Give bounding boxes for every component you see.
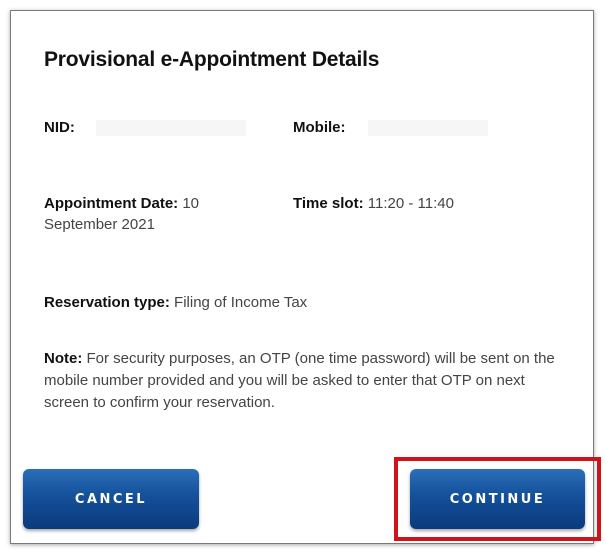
note-text: For security purposes, an OTP (one time …: [44, 350, 555, 411]
appointment-date-field: Appointment Date: 10 September 2021: [44, 193, 244, 235]
time-slot-field: Time slot: 11:20 - 11:40: [293, 193, 454, 214]
appointment-date-label: Appointment Date:: [44, 195, 183, 212]
appointment-dialog: [10, 10, 594, 544]
time-slot-label: Time slot:: [293, 195, 368, 212]
nid-field: NID:: [44, 117, 75, 138]
mobile-redacted-value: [368, 120, 488, 136]
reservation-type-value: Filing of Income Tax: [174, 294, 308, 311]
cancel-button[interactable]: CANCEL: [23, 469, 199, 529]
nid-redacted-value: [96, 120, 246, 136]
dialog-title: Provisional e-Appointment Details: [44, 48, 380, 71]
reservation-type-label: Reservation type:: [44, 294, 175, 311]
note-label: Note:: [44, 350, 87, 367]
security-note: Note: For security purposes, an OTP (one…: [44, 348, 564, 414]
mobile-label: Mobile:: [293, 119, 346, 136]
mobile-field: Mobile:: [293, 117, 346, 138]
reservation-type-field: Reservation type: Filing of Income Tax: [44, 292, 307, 313]
nid-label: NID:: [44, 119, 75, 136]
continue-button[interactable]: CONTINUE: [410, 469, 585, 529]
time-slot-value: 11:20 - 11:40: [367, 195, 454, 212]
